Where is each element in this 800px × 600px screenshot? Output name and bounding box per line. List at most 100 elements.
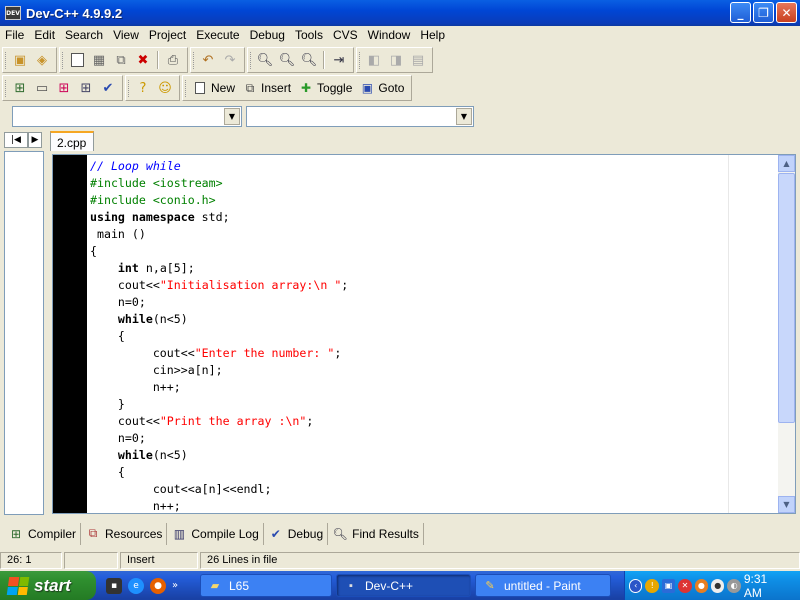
code-line[interactable]: #include <conio.h> xyxy=(90,192,777,209)
firefox-icon[interactable]: ● xyxy=(150,577,166,594)
replace-icon[interactable]: 🔍︎ xyxy=(277,50,297,70)
network-icon[interactable]: ▣ xyxy=(661,578,676,593)
code-line[interactable]: int n,a[5]; xyxy=(90,260,777,277)
goto-line-icon[interactable]: ⇥ xyxy=(329,50,349,70)
class-combo[interactable]: ▼ xyxy=(12,106,242,127)
menu-debug[interactable]: Debug xyxy=(245,28,290,42)
tab-compile-log[interactable]: ▥ Compile Log xyxy=(167,522,264,545)
editor-gutter[interactable] xyxy=(53,155,87,513)
code-line[interactable]: n=0; xyxy=(90,294,777,311)
member-combo[interactable]: ▼ xyxy=(246,106,474,127)
code-line[interactable]: main () xyxy=(90,226,777,243)
menu-view[interactable]: View xyxy=(108,28,144,42)
menu-tools[interactable]: Tools xyxy=(290,28,328,42)
close-button[interactable]: ✕ xyxy=(776,2,797,23)
indent-icon[interactable]: ▤ xyxy=(408,50,428,70)
vertical-scrollbar[interactable]: ▲ ▼ xyxy=(778,155,795,513)
tab-scroll-right[interactable]: ▶ xyxy=(28,132,42,148)
code-content[interactable]: // Loop while #include <iostream> #include… xyxy=(90,158,777,513)
code-line[interactable]: { xyxy=(90,464,777,481)
restore-button[interactable]: ❐ xyxy=(753,2,774,23)
menu-edit[interactable]: Edit xyxy=(29,28,60,42)
task-paint[interactable]: ✎ untitled - Paint xyxy=(475,574,611,597)
code-line[interactable]: using namespace std; xyxy=(90,209,777,226)
next-page-icon[interactable]: ◨ xyxy=(386,50,406,70)
code-line[interactable]: n=0; xyxy=(90,430,777,447)
devcpp-quicklaunch-icon[interactable]: ▪ xyxy=(106,577,122,594)
project-browser-panel[interactable] xyxy=(4,151,44,515)
code-line[interactable]: n++; xyxy=(90,379,777,396)
print-icon[interactable]: ⎙ xyxy=(163,50,183,70)
menu-project[interactable]: Project xyxy=(144,28,191,42)
toggle-button[interactable]: ✚ Toggle xyxy=(295,78,356,98)
menu-search[interactable]: Search xyxy=(60,28,108,42)
security-shield-icon[interactable]: ! xyxy=(645,578,659,593)
insert-button[interactable]: ⧉ Insert xyxy=(239,78,295,98)
code-line[interactable]: cout<<"Initialisation array:\n "; xyxy=(90,277,777,294)
code-line[interactable]: n++; xyxy=(90,498,777,513)
help-icon[interactable]: ? xyxy=(133,78,153,98)
tab-scroll-left[interactable]: |◀ xyxy=(4,132,28,148)
scrollbar-thumb[interactable] xyxy=(778,173,795,423)
class-browser-icon[interactable]: ◈ xyxy=(32,50,52,70)
code-line[interactable]: cout<<"Enter the number: "; xyxy=(90,345,777,362)
scroll-down-icon[interactable]: ▼ xyxy=(778,496,795,513)
compile-run-icon[interactable]: ⊞ xyxy=(54,78,74,98)
tab-resources[interactable]: ⧉ Resources xyxy=(81,522,168,545)
tab-find-results[interactable]: 🔍︎ Find Results xyxy=(328,522,424,545)
menu-window[interactable]: Window xyxy=(363,28,416,42)
new-button[interactable]: New xyxy=(189,78,239,98)
scroll-up-icon[interactable]: ▲ xyxy=(778,155,795,172)
code-line[interactable]: { xyxy=(90,243,777,260)
tab-compiler[interactable]: ⊞ Compiler xyxy=(4,522,82,545)
menu-file[interactable]: File xyxy=(0,28,29,42)
code-line[interactable]: while(n<5) xyxy=(90,447,777,464)
menu-cvs[interactable]: CVS xyxy=(328,28,363,42)
rebuild-all-icon[interactable]: ⊞ xyxy=(76,78,96,98)
run-icon[interactable]: ▭ xyxy=(32,78,52,98)
task-l65[interactable]: ▰ L65 xyxy=(200,574,332,597)
code-line[interactable]: } xyxy=(90,396,777,413)
code-line[interactable]: cout<<"Print the array :\n"; xyxy=(90,413,777,430)
previous-page-icon[interactable]: ◧ xyxy=(364,50,384,70)
save-all-icon[interactable]: ⧉ xyxy=(111,50,131,70)
minimize-button[interactable]: _ xyxy=(730,2,751,23)
compile-icon[interactable]: ⊞ xyxy=(10,78,30,98)
update-icon[interactable]: ● xyxy=(694,578,709,593)
antivirus-icon[interactable]: ✕ xyxy=(678,578,692,593)
quicklaunch-more-icon[interactable]: » xyxy=(172,580,178,591)
task-devcpp[interactable]: ▪ Dev-C++ xyxy=(336,574,471,597)
title-bar: DEV Dev-C++ 4.9.9.2 _ ❐ ✕ xyxy=(0,0,800,26)
menu-help[interactable]: Help xyxy=(415,28,450,42)
about-icon[interactable]: ☺ xyxy=(155,78,175,98)
code-line[interactable]: #include <iostream> xyxy=(90,175,777,192)
code-line[interactable]: // Loop while xyxy=(90,158,777,175)
internet-explorer-icon[interactable]: e xyxy=(128,577,144,594)
code-editor[interactable]: // Loop while #include <iostream> #include… xyxy=(52,154,796,514)
code-line[interactable]: cout<<a[n]<<endl; xyxy=(90,481,777,498)
code-line[interactable]: cin>>a[n]; xyxy=(90,362,777,379)
find-next-icon[interactable]: 🔍︎ xyxy=(299,50,319,70)
volume-icon[interactable]: ◐ xyxy=(727,578,741,593)
code-line[interactable]: while(n<5) xyxy=(90,311,777,328)
tab-debug[interactable]: ✔ Debug xyxy=(264,522,329,545)
debug-check-icon[interactable]: ✔ xyxy=(98,78,118,98)
save-icon[interactable]: ▦ xyxy=(89,50,109,70)
find-icon[interactable]: 🔍︎ xyxy=(255,50,275,70)
messenger-icon[interactable]: ● xyxy=(711,578,725,593)
open-project-icon[interactable]: ▣ xyxy=(10,50,30,70)
menu-execute[interactable]: Execute xyxy=(191,28,244,42)
devcpp-app-icon[interactable]: DEV xyxy=(5,6,21,20)
start-button[interactable]: start xyxy=(0,571,96,600)
redo-icon[interactable]: ↷ xyxy=(220,50,240,70)
tab-file[interactable]: 2.cpp xyxy=(50,131,94,151)
chevron-down-icon[interactable]: ▼ xyxy=(456,108,472,125)
new-file-icon[interactable] xyxy=(67,50,87,70)
goto-button[interactable]: ▣ Goto xyxy=(356,78,408,98)
chevron-down-icon[interactable]: ▼ xyxy=(224,108,240,125)
tray-collapse-icon[interactable]: ‹ xyxy=(629,578,643,593)
left-panel-tabs: |◀ ▶ xyxy=(4,132,48,150)
close-file-icon[interactable]: ✖ xyxy=(133,50,153,70)
code-line[interactable]: { xyxy=(90,328,777,345)
undo-icon[interactable]: ↶ xyxy=(198,50,218,70)
